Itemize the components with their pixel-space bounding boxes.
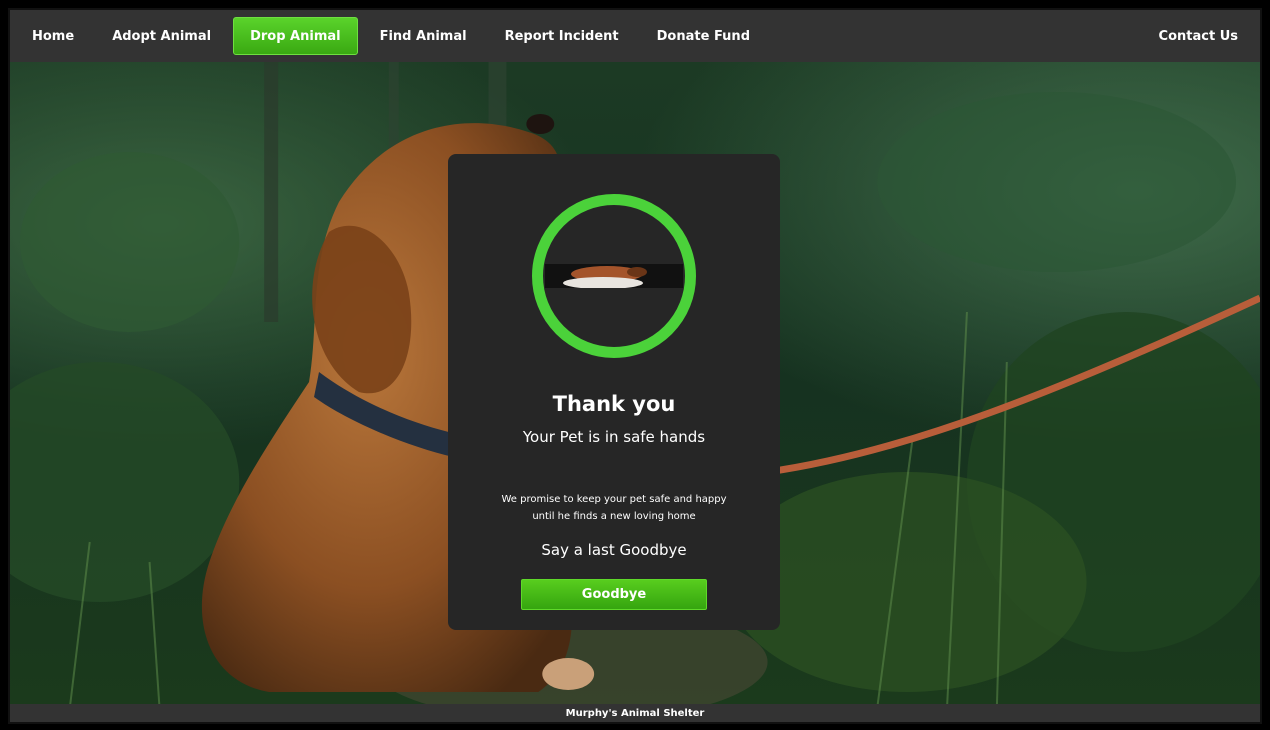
app-frame: Home Adopt Animal Drop Animal Find Anima… bbox=[8, 8, 1262, 724]
nav-contact-us[interactable]: Contact Us bbox=[1143, 17, 1254, 55]
footer: Murphy's Animal Shelter bbox=[10, 704, 1260, 722]
nav-home[interactable]: Home bbox=[16, 17, 90, 55]
promise-text: We promise to keep your pet safe and hap… bbox=[484, 491, 744, 525]
top-navbar: Home Adopt Animal Drop Animal Find Anima… bbox=[10, 10, 1260, 62]
goodbye-button[interactable]: Goodbye bbox=[521, 579, 707, 610]
goodbye-prompt: Say a last Goodbye bbox=[541, 541, 687, 559]
thank-you-card: Thank you Your Pet is in safe hands We p… bbox=[448, 154, 780, 630]
thank-you-title: Thank you bbox=[552, 392, 676, 416]
nav-donate-fund[interactable]: Donate Fund bbox=[641, 17, 766, 55]
nav-drop-animal[interactable]: Drop Animal bbox=[233, 17, 358, 55]
nav-report-incident[interactable]: Report Incident bbox=[489, 17, 635, 55]
footer-shelter-name: Murphy's Animal Shelter bbox=[565, 707, 705, 719]
promise-line-2: until he finds a new loving home bbox=[532, 511, 696, 522]
pet-photo-ring bbox=[532, 194, 696, 358]
promise-line-1: We promise to keep your pet safe and hap… bbox=[501, 494, 727, 505]
pet-photo-icon bbox=[545, 264, 683, 288]
nav-find-animal[interactable]: Find Animal bbox=[364, 17, 483, 55]
nav-adopt-animal[interactable]: Adopt Animal bbox=[96, 17, 227, 55]
safe-hands-subtitle: Your Pet is in safe hands bbox=[522, 428, 706, 446]
